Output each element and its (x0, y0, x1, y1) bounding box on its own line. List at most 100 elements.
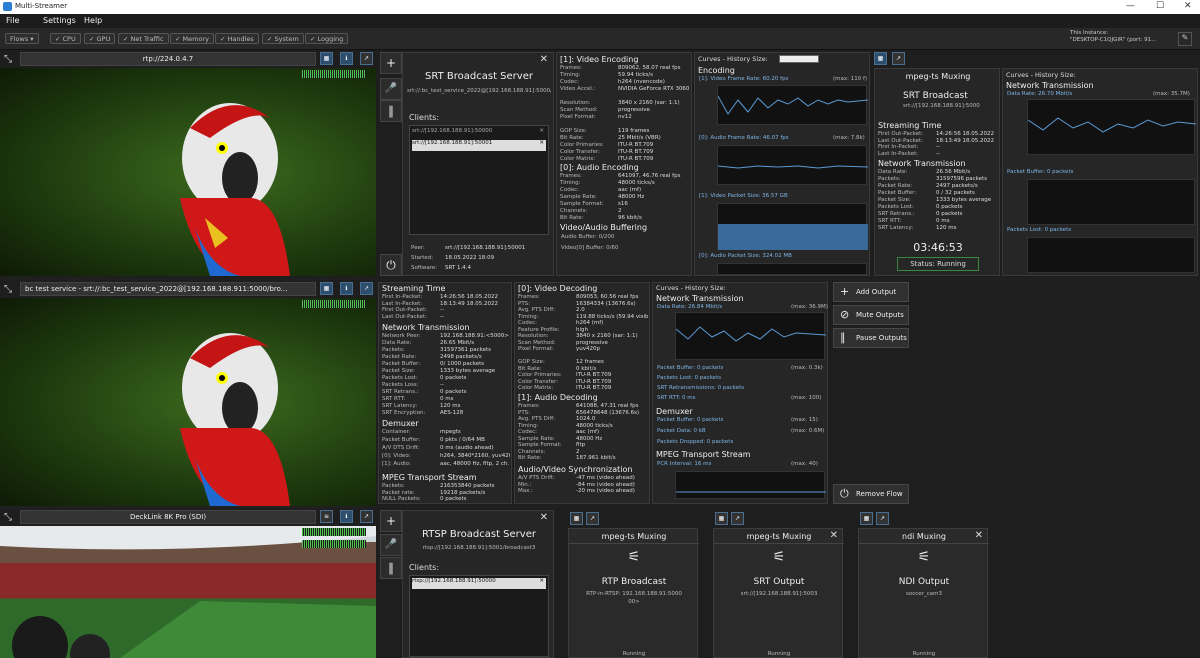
collapse-icon[interactable]: ⤡ (4, 54, 12, 65)
graph-icon[interactable]: ↗ (360, 52, 373, 65)
stats-icon[interactable]: ▦ (320, 282, 333, 295)
series-label: Packets Dropped: 0 packets (657, 439, 734, 445)
client-item[interactable]: srt://[192.168.188.91]:50000 ✕ (412, 128, 546, 138)
info-icon[interactable]: ℹ (340, 52, 353, 65)
toggle-handles[interactable]: ✓ Handles (215, 33, 259, 44)
output-card[interactable]: ✕ mpeg-ts Muxing ⚟ SRT Output srt://[192… (713, 528, 844, 658)
stat-row: Color Transfer: ITU-R BT.709 (518, 379, 648, 385)
stat-row: SRT Retrans.: 0 packets (878, 211, 998, 217)
window-titlebar: Multi-Streamer — ☐ ✕ (0, 0, 1200, 14)
stat-key: Packets: (382, 347, 405, 353)
info-icon[interactable]: ℹ (340, 282, 353, 295)
stat-key: Codec: (518, 320, 537, 326)
history-size-input[interactable] (779, 55, 819, 63)
stats-icon[interactable]: ▦ (874, 52, 887, 65)
toggle-logging[interactable]: ✓ Logging (305, 33, 349, 44)
menu-settings[interactable]: Settings (43, 16, 76, 25)
series-max: (max: 0.6M) (791, 428, 825, 434)
add-output-button[interactable]: + Add Output (833, 282, 909, 302)
close-icon[interactable]: ✕ (540, 54, 548, 65)
remove-icon[interactable]: ✕ (539, 140, 544, 146)
series-label: SRT RTT: 0 ms (657, 395, 696, 401)
mute-outputs-button[interactable]: ⊘ Mute Outputs (833, 305, 909, 325)
collapse-icon[interactable]: ⤡ (4, 284, 12, 295)
video-preview (0, 298, 376, 506)
remove-icon[interactable]: ✕ (539, 578, 544, 584)
toggle-memory[interactable]: ✓ Memory (170, 33, 214, 44)
software-value: SRT 1.4.4 (445, 265, 472, 271)
stat-row: Sample Rate: 48000 Hz (518, 436, 648, 442)
stat-row: Color Matrix: ITU-R BT.709 (560, 156, 690, 162)
toggle-system[interactable]: ✓ System (262, 33, 304, 44)
stat-key: Packets Lost: (878, 204, 914, 210)
menu-help[interactable]: Help (84, 16, 102, 25)
add-output-button[interactable]: + (380, 52, 402, 74)
stat-row: NULL Packets: 0 packets (382, 496, 510, 502)
stat-key: Frames: (560, 65, 582, 71)
series-max: (max: 15) (791, 417, 818, 423)
stats-icon[interactable]: ▦ (715, 512, 728, 525)
toggle-gpu[interactable]: ✓ GPU (84, 33, 116, 44)
minimize-icon[interactable]: — (1126, 1, 1135, 11)
pause-button[interactable]: ∥ (380, 557, 402, 579)
close-icon[interactable]: ✕ (1184, 1, 1192, 11)
mute-button[interactable]: 🎤 (380, 534, 402, 556)
graph-icon[interactable]: ↗ (360, 282, 373, 295)
menu-file[interactable]: File (6, 16, 19, 25)
graph-icon[interactable]: ↗ (876, 512, 889, 525)
stat-row: PTS: 16384334 (13676.6s) (518, 301, 648, 307)
edit-icon[interactable]: ✎ (1178, 32, 1192, 46)
client-item-selected[interactable]: rtsp://[192.168.188.91]:50000 ✕ (412, 578, 546, 589)
graph-icon[interactable]: ↗ (731, 512, 744, 525)
stat-row: SRT RTT: 0 ms (382, 396, 510, 402)
output-card[interactable]: ✕ ndi Muxing ⚟ NDI Output soccer_cam3 Ru… (858, 528, 989, 658)
remove-icon[interactable]: ✕ (539, 128, 544, 134)
power-button[interactable]: ⏻ (380, 254, 402, 276)
info-icon[interactable]: ℹ (340, 510, 353, 523)
stat-value: AES-128 (440, 410, 464, 416)
add-output-button[interactable]: + (380, 510, 402, 532)
graph-icon[interactable]: ↗ (586, 512, 599, 525)
audio-encoding-title: [0]: Audio Encoding (560, 163, 639, 172)
mute-button[interactable]: 🎤 (380, 78, 402, 100)
collapse-icon[interactable]: ⤡ (4, 512, 12, 523)
stat-key: Packets: (878, 176, 901, 182)
stat-key: Avg. PTS Diff: (518, 416, 556, 422)
stat-row: First Out-Packet: 14:26:56 18.05.2022 (878, 131, 998, 137)
list-icon[interactable]: ≡ (320, 510, 333, 523)
stat-value: 192.168.188.91:<5000> (440, 333, 509, 339)
stats-icon[interactable]: ▦ (860, 512, 873, 525)
series-max: (max: 0.3k) (791, 365, 823, 371)
stat-value: 809062, 58.07 real fps (618, 65, 681, 71)
toggle-cpu[interactable]: ✓ CPU (50, 33, 81, 44)
client-item-selected[interactable]: srt://[192.168.188.91]:50001 ✕ (412, 140, 546, 151)
stats-icon[interactable]: ▦ (570, 512, 583, 525)
toggle-net-traffic[interactable]: ✓ Net Traffic (118, 33, 169, 44)
output-card[interactable]: mpeg-ts Muxing ⚟ RTP Broadcast RTP-in-RT… (568, 528, 699, 658)
stat-key: First In-Packet: (878, 144, 919, 150)
stat-key: SRT RTT: (878, 218, 902, 224)
series-max: (max: 40) (791, 461, 818, 467)
stats-icon[interactable]: ▦ (320, 52, 333, 65)
pause-icon: ∥ (840, 331, 846, 344)
stat-row: Sample Rate: 48000 Hz (560, 194, 690, 200)
curves-title: Curves - History Size: (656, 284, 726, 292)
toggle-label: Logging (317, 35, 344, 43)
series-label: [0]: Audio Packet Size: 324.02 MB (699, 253, 792, 259)
stat-value: 96 kbit/s (618, 215, 642, 221)
stat-row: Timing: 48000 ticks/s (560, 180, 690, 186)
graph-icon[interactable]: ↗ (360, 510, 373, 523)
remove-flow-button[interactable]: ⏻ Remove Flow (833, 484, 909, 504)
divider (569, 543, 699, 544)
pause-outputs-button[interactable]: ∥ Pause Outputs (833, 328, 909, 348)
maximize-icon[interactable]: ☐ (1156, 1, 1164, 11)
graph-icon[interactable]: ↗ (892, 52, 905, 65)
stat-value: nv12 (618, 114, 632, 120)
stat-row: PTS: 656478648 (13676.6s) (518, 410, 648, 416)
instance-value: "DESKTOP-C1QJGIR" (port: 91... (1070, 37, 1157, 43)
pause-button[interactable]: ∥ (380, 100, 402, 122)
stat-value: 19218 packets/s (440, 489, 486, 496)
close-icon[interactable]: ✕ (540, 512, 548, 523)
stat-value: -- (440, 382, 444, 388)
flows-dropdown[interactable]: Flows ▾ (5, 33, 39, 44)
